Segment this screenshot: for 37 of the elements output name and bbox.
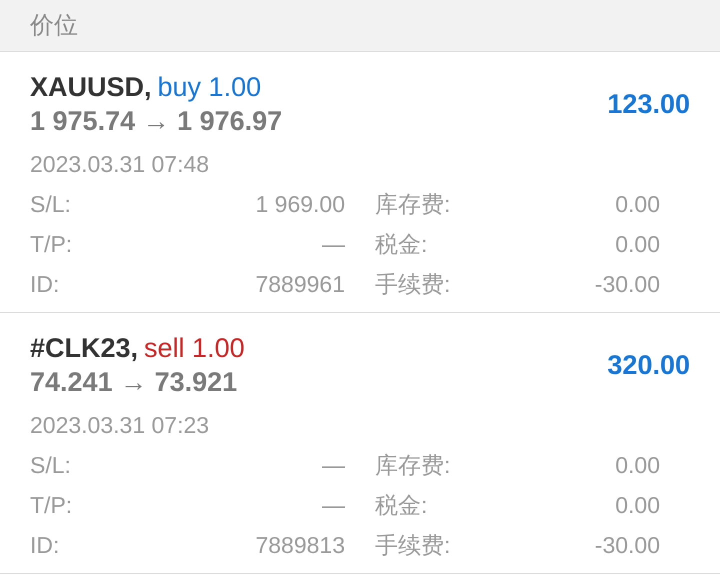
field-value: —	[321, 230, 345, 259]
field-value: -30.00	[594, 270, 660, 299]
field-value: 7889813	[254, 531, 345, 560]
field-label: 库存费:	[374, 451, 452, 480]
symbol-label: XAUUSD,	[30, 71, 152, 104]
open-time-label: 2023.03.31 07:48	[30, 150, 210, 179]
field-label: T/P:	[30, 230, 74, 259]
field-value: -30.00	[594, 531, 660, 560]
field-label: T/P:	[30, 491, 74, 520]
field-label: 税金:	[374, 491, 428, 520]
field-label: 库存费:	[374, 190, 452, 219]
position-card[interactable]: #CLK23, sell 1.00 74.241 → 73.921 320.00 2023.03.31 07:23 S/L: — 库存费: 0.00 T/P: — 税金: 0.00 ID: 7889813 手续费: -30.00	[0, 313, 720, 574]
order-type-label: buy 1.00	[158, 71, 262, 104]
field-value: 0.00	[614, 230, 660, 259]
field-value: 1 969.00	[254, 190, 345, 219]
field-value: 0.00	[614, 451, 660, 480]
profit-value: 123.00	[607, 88, 690, 121]
price-change-label: 74.241 → 73.921	[30, 366, 238, 399]
field-value: —	[321, 491, 345, 520]
open-time-label: 2023.03.31 07:23	[30, 411, 210, 440]
field-label: ID:	[30, 270, 60, 299]
field-label: 手续费:	[374, 270, 452, 299]
field-label: 手续费:	[374, 531, 452, 560]
price-change-label: 1 975.74 → 1 976.97	[30, 105, 282, 138]
field-value: 0.00	[614, 190, 660, 219]
field-value: —	[321, 451, 345, 480]
header-title: 价位	[30, 10, 78, 40]
order-type-label: sell 1.00	[144, 332, 245, 365]
field-label: 税金:	[374, 230, 428, 259]
symbol-label: #CLK23,	[30, 332, 138, 365]
field-label: S/L:	[30, 451, 72, 480]
field-value: 7889961	[254, 270, 345, 299]
position-card[interactable]: XAUUSD, buy 1.00 1 975.74 → 1 976.97 123.00 2023.03.31 07:48 S/L: 1 969.00 库存费: 0.00 T/P: — 税金: 0.00 ID: 7889961 手续费: -30.00	[0, 52, 720, 313]
field-label: S/L:	[30, 190, 72, 219]
field-label: ID:	[30, 531, 60, 560]
field-value: 0.00	[614, 491, 660, 520]
profit-value: 320.00	[607, 348, 690, 382]
